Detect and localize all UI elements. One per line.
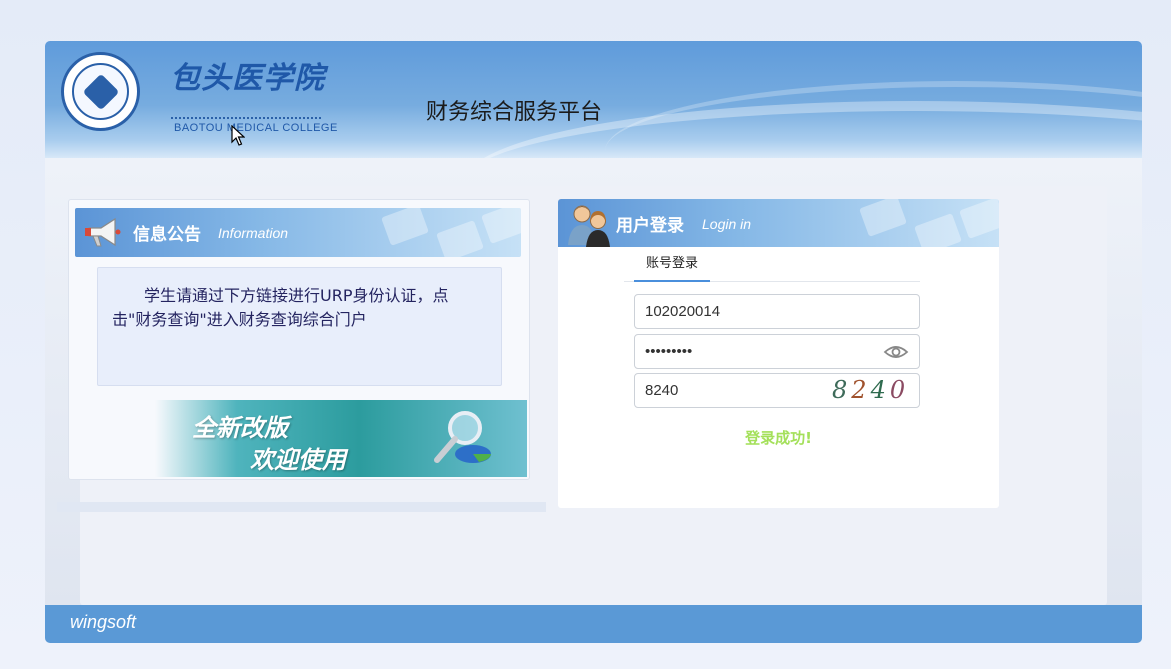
login-tabs: 账号登录 [624, 251, 920, 282]
login-panel-header: 用户登录 Login in [558, 199, 999, 247]
footer-brand: wingsoft [70, 612, 137, 632]
eye-icon[interactable] [883, 342, 909, 362]
site-footer: wingsoft [45, 605, 1142, 643]
welcome-banner[interactable]: 全新改版 欢迎使用 [155, 400, 527, 477]
header-decoration [481, 208, 521, 244]
users-icon [568, 205, 610, 247]
college-seal-logo [61, 52, 140, 131]
login-panel: 用户登录 Login in 账号登录 8240 登录成功! [558, 199, 999, 508]
header-decoration [859, 199, 907, 237]
mouse-cursor-icon [231, 125, 245, 146]
captcha-char: 2 [851, 376, 871, 404]
site-title: 财务综合服务平台 [426, 100, 603, 125]
banner-line-2: 欢迎使用 [250, 446, 346, 474]
login-status-message: 登录成功! [745, 429, 812, 447]
header-decoration [959, 199, 999, 239]
notice-subtitle: Information [218, 225, 289, 241]
notice-body: 学生请通过下方链接进行URP身份认证，点击"财务查询"进入财务查询综合门户 [97, 267, 502, 386]
seal-emblem [82, 73, 120, 111]
tab-account-login[interactable]: 账号登录 [634, 251, 710, 282]
captcha-char: 8 [832, 376, 852, 404]
captcha-char: 0 [889, 376, 910, 404]
notice-panel-header: 信息公告 Information [75, 208, 521, 257]
captcha-char: 4 [870, 376, 890, 404]
login-title: 用户登录 [616, 216, 684, 236]
captcha-image[interactable]: 8240 [832, 376, 909, 404]
notice-lower-strip [57, 502, 546, 512]
header-swoosh [605, 81, 1142, 158]
notice-panel: 信息公告 Information 学生请通过下方链接进行URP身份认证，点击"财… [68, 199, 530, 480]
site-header: 包头医学院 BAOTOU MEDICAL COLLEGE 财务综合服务平台 [45, 41, 1142, 158]
notice-title: 信息公告 [133, 225, 201, 245]
username-input[interactable] [634, 294, 920, 329]
megaphone-icon [85, 217, 121, 247]
seal-inner-ring [72, 63, 129, 120]
magnifier-icon [434, 411, 491, 463]
banner-line-1: 全新改版 [192, 414, 288, 442]
login-subtitle: Login in [702, 216, 752, 232]
header-decoration [914, 213, 962, 247]
password-input[interactable] [634, 334, 920, 369]
logo-english-name: BAOTOU MEDICAL COLLEGE [174, 122, 338, 134]
header-decoration [381, 208, 429, 246]
logo-mongolian-script [171, 89, 321, 119]
header-decoration [436, 220, 484, 257]
